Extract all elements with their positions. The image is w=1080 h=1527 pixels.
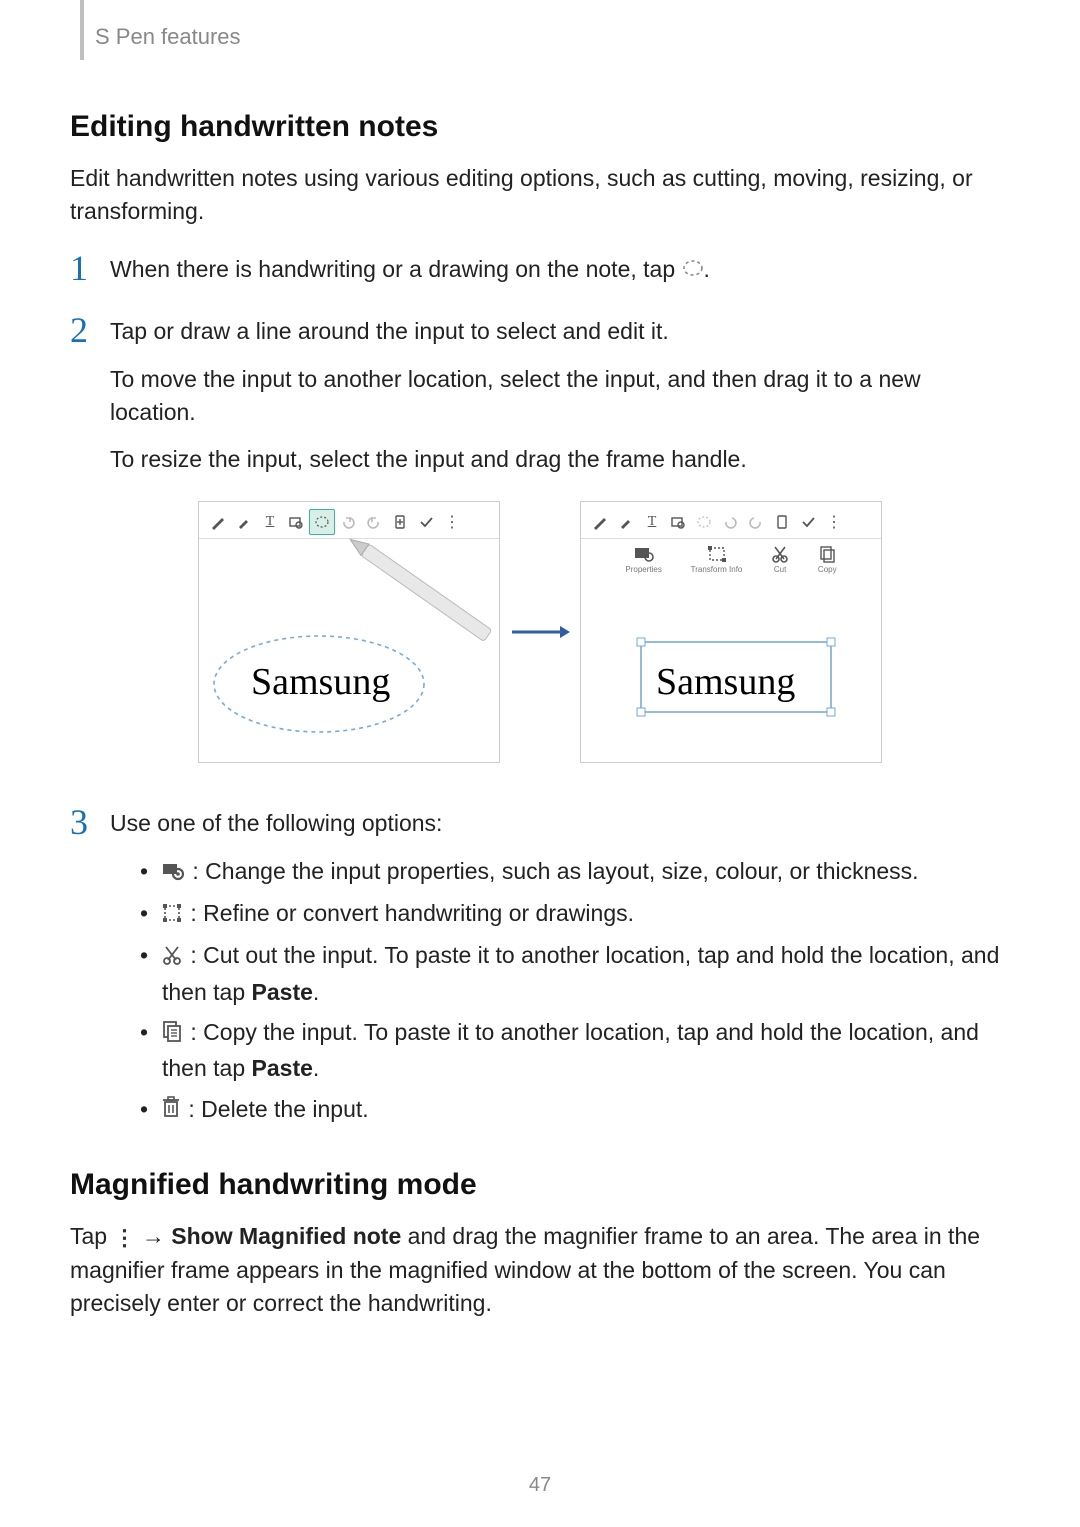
undo-icon bbox=[717, 509, 743, 535]
transform-icon bbox=[162, 902, 188, 928]
copy-sub-icon: Copy bbox=[818, 545, 837, 574]
step-1-pre: When there is handwriting or a drawing o… bbox=[110, 256, 682, 282]
shape-icon bbox=[283, 509, 309, 535]
page-number: 47 bbox=[0, 1474, 1080, 1497]
step-2-line3: To resize the input, select the input an… bbox=[110, 443, 1010, 476]
properties-sub-icon: Properties bbox=[625, 545, 661, 574]
bullet-refine: : Refine or convert handwriting or drawi… bbox=[140, 896, 1010, 932]
handwriting-text-left: Samsung bbox=[251, 661, 390, 703]
handwriting-text-right: Samsung bbox=[656, 661, 795, 703]
step-number-2: 2 bbox=[70, 311, 110, 490]
cut-sub-icon: Cut bbox=[771, 545, 789, 574]
input-properties-icon bbox=[162, 860, 190, 886]
text-icon: T bbox=[639, 509, 665, 535]
bullet-properties: : Change the input properties, such as l… bbox=[140, 854, 1010, 890]
cut-icon bbox=[162, 944, 188, 970]
undo-icon bbox=[335, 509, 361, 535]
text-icon: T bbox=[257, 509, 283, 535]
selection-tool-icon-selected bbox=[309, 509, 335, 535]
step-3: 3 Use one of the following options: : Ch… bbox=[70, 803, 1010, 1158]
illustration-before: T ⋮ bbox=[198, 501, 500, 763]
step-number-3: 3 bbox=[70, 803, 110, 1158]
shape-icon bbox=[665, 509, 691, 535]
redo-icon bbox=[361, 509, 387, 535]
transform-sub-icon: Transform Info bbox=[691, 545, 743, 574]
step-1-post: . bbox=[704, 256, 710, 282]
step-1: 1 When there is handwriting or a drawing… bbox=[70, 249, 1010, 302]
redo-icon bbox=[743, 509, 769, 535]
header-accent-line bbox=[80, 0, 84, 60]
arrow-right-icon bbox=[510, 622, 570, 642]
illus-canvas-right: Samsung bbox=[581, 602, 881, 762]
illus-sub-toolbar: Properties Transform Info Cut Copy bbox=[581, 539, 881, 580]
illus-canvas-left: Samsung bbox=[199, 534, 499, 762]
magnified-body: Tap ⋮ → Show Magnified note and drag the… bbox=[70, 1220, 1010, 1321]
step-3-bullets: : Change the input properties, such as l… bbox=[110, 854, 1010, 1128]
magnified-title: Magnified handwriting mode bbox=[70, 1168, 1010, 1202]
bullet-copy: : Copy the input. To paste it to another… bbox=[140, 1015, 1010, 1086]
step-2-line1: Tap or draw a line around the input to s… bbox=[110, 315, 1010, 348]
step-3-line1: Use one of the following options: bbox=[110, 807, 1010, 840]
insert-icon bbox=[769, 509, 795, 535]
check-icon bbox=[795, 509, 821, 535]
copy-icon bbox=[162, 1021, 188, 1047]
pen-icon bbox=[587, 509, 613, 535]
step-number-1: 1 bbox=[70, 249, 110, 302]
editing-intro: Edit handwritten notes using various edi… bbox=[70, 162, 1010, 229]
more-vertical-icon: ⋮ bbox=[113, 1222, 135, 1254]
pen-icon bbox=[205, 509, 231, 535]
illus-toolbar-right: T ⋮ bbox=[581, 502, 881, 539]
highlighter-icon bbox=[613, 509, 639, 535]
selection-tool-icon bbox=[682, 254, 704, 287]
delete-icon bbox=[162, 1097, 186, 1123]
editing-title: Editing handwritten notes bbox=[70, 110, 1010, 144]
bullet-delete: : Delete the input. bbox=[140, 1092, 1010, 1128]
highlighter-icon bbox=[231, 509, 257, 535]
selection-tool-icon bbox=[691, 509, 717, 535]
more-icon: ⋮ bbox=[821, 509, 847, 535]
illustration-arrow bbox=[500, 501, 580, 763]
step-2-line2: To move the input to another location, s… bbox=[110, 363, 1010, 430]
illustration-after: T ⋮ Properties Transfor bbox=[580, 501, 882, 763]
more-icon: ⋮ bbox=[439, 509, 465, 535]
header-section-title: S Pen features bbox=[95, 24, 241, 50]
step-2: 2 Tap or draw a line around the input to… bbox=[70, 311, 1010, 490]
step-1-text: When there is handwriting or a drawing o… bbox=[110, 253, 1010, 288]
bullet-cut: : Cut out the input. To paste it to anot… bbox=[140, 938, 1010, 1009]
illustration-row: T ⋮ bbox=[70, 501, 1010, 763]
check-icon bbox=[413, 509, 439, 535]
insert-icon bbox=[387, 509, 413, 535]
